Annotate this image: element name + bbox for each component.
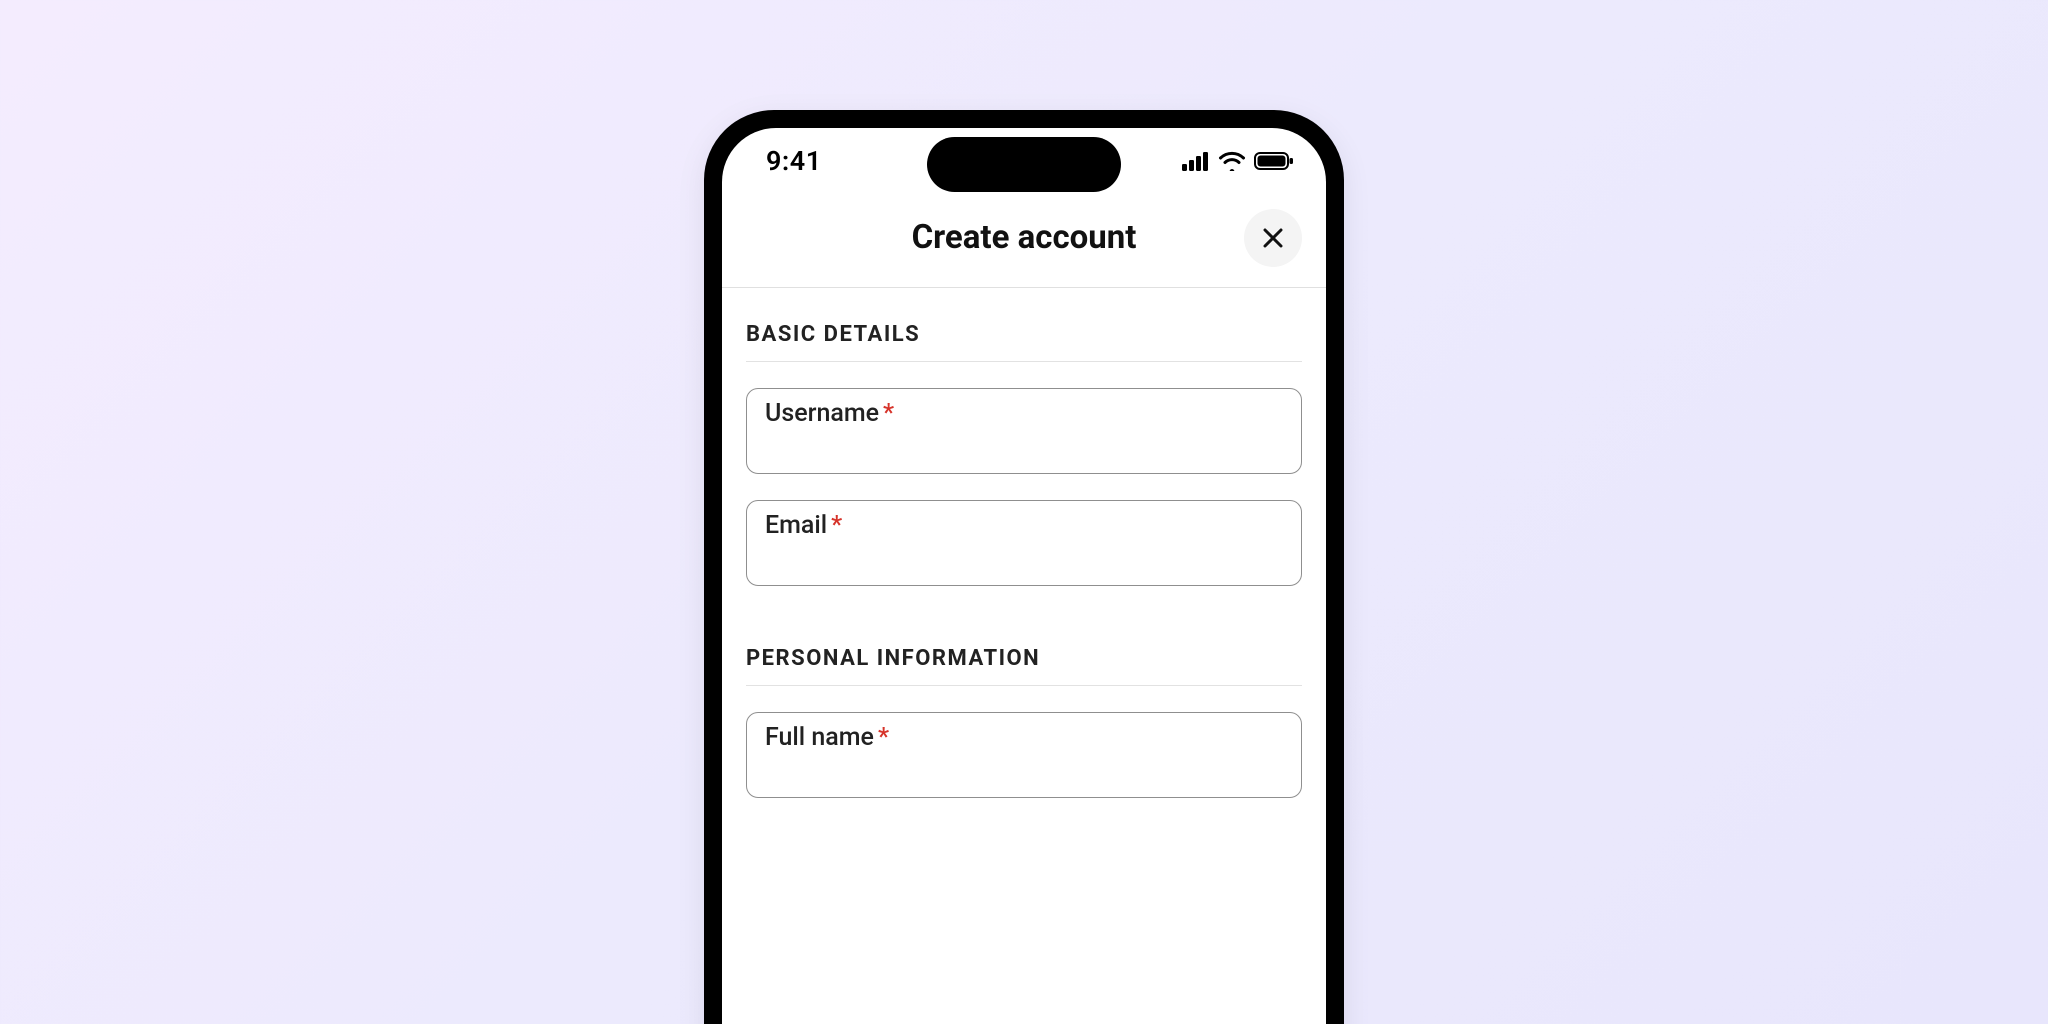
phone-frame: 9:41: [704, 110, 1344, 1024]
status-icons: [1182, 151, 1294, 171]
close-button[interactable]: [1244, 209, 1302, 267]
field-label-text: Email: [765, 511, 827, 540]
section-label-personal-information: PERSONAL INFORMATION: [746, 646, 1302, 686]
email-field[interactable]: Email*: [746, 500, 1302, 586]
page-header: Create account: [722, 188, 1326, 288]
username-field[interactable]: Username*: [746, 388, 1302, 474]
email-input[interactable]: [765, 545, 1283, 573]
close-icon: [1262, 227, 1284, 249]
field-label-text: Username: [765, 399, 879, 428]
status-time: 9:41: [766, 145, 822, 177]
required-marker: *: [883, 399, 894, 428]
cellular-icon: [1182, 151, 1210, 171]
required-marker: *: [878, 723, 889, 752]
page-title: Create account: [912, 218, 1137, 257]
battery-icon: [1254, 151, 1294, 171]
username-input[interactable]: [765, 433, 1283, 461]
section-label-basic-details: BASIC DETAILS: [746, 322, 1302, 362]
screen: 9:41: [722, 128, 1326, 1024]
fullname-input[interactable]: [765, 757, 1283, 785]
field-label-text: Full name: [765, 723, 874, 752]
required-marker: *: [831, 511, 842, 540]
fullname-field[interactable]: Full name*: [746, 712, 1302, 798]
wifi-icon: [1218, 151, 1246, 171]
form-content: BASIC DETAILS Username* Email* PERSONAL …: [722, 288, 1326, 798]
dynamic-island: [927, 137, 1121, 192]
field-label: Email*: [765, 511, 1283, 541]
field-label: Username*: [765, 399, 1283, 429]
field-label: Full name*: [765, 723, 1283, 753]
